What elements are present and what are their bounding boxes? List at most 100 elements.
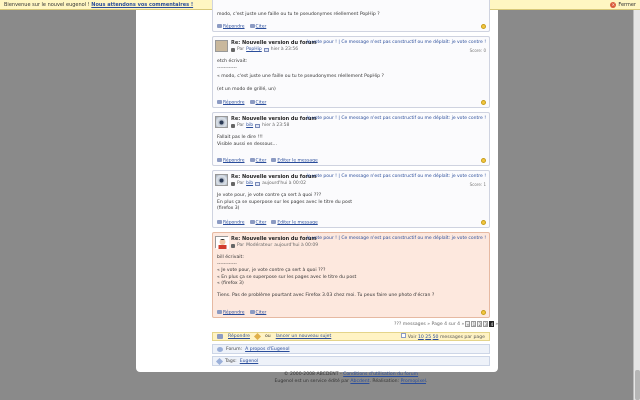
scrollbar[interactable] bbox=[633, 10, 640, 400]
edit-link[interactable]: Editer le message bbox=[277, 220, 317, 225]
post-title: Re: Nouvelle version du forum bbox=[231, 40, 317, 46]
avatar[interactable] bbox=[215, 116, 228, 128]
tag-link[interactable]: Eugenol bbox=[240, 359, 259, 364]
quote-action: Citer bbox=[249, 99, 267, 105]
post-actions: Répondre Citer Editer le message bbox=[217, 219, 318, 225]
post-title: Re: Nouvelle version du forum bbox=[231, 116, 317, 122]
post-meta: Par PopHip hier à 23:56 bbox=[231, 47, 298, 52]
reply-link[interactable]: Répondre bbox=[223, 220, 245, 225]
reply-link[interactable]: Répondre bbox=[223, 100, 245, 105]
author-link[interactable]: bib bbox=[246, 123, 253, 128]
new-topic-icon bbox=[253, 332, 262, 341]
reply-icon bbox=[217, 23, 222, 28]
post: Re: Nouvelle version du forum Je vote po… bbox=[212, 170, 490, 228]
per-page-selector: Voir 10 25 50 messages par page bbox=[401, 333, 485, 340]
pagination: ??? messages » Page 4 sur 4 » « 1 2 3 4 … bbox=[394, 321, 498, 327]
reply-action: Répondre bbox=[217, 99, 245, 105]
page-2[interactable]: 2 bbox=[477, 321, 483, 327]
reply-icon bbox=[217, 334, 223, 339]
post-actions: Répondre Citer bbox=[217, 309, 267, 315]
pagination-summary: ??? messages » Page 4 sur 4 » bbox=[394, 321, 465, 327]
agency-link[interactable]: Promopixel bbox=[401, 379, 426, 384]
vote-links[interactable]: Je vote pour ! | Ce message n'est pas co… bbox=[307, 174, 487, 179]
user-icon bbox=[231, 47, 235, 52]
author-link[interactable]: bib bbox=[246, 181, 253, 186]
post-meta: Par Modérateur aujourd'hui à 00:09 bbox=[231, 243, 318, 248]
per-page-10[interactable]: 10 bbox=[418, 335, 424, 340]
reply-icon bbox=[217, 309, 222, 314]
notification-welcome: Bienvenue sur le nouvel eugenol ! bbox=[4, 1, 90, 8]
quote-link[interactable]: Citer bbox=[256, 24, 267, 29]
post-title: Re: Nouvelle version du forum bbox=[231, 174, 317, 180]
user-icon bbox=[231, 123, 235, 128]
post-actions: Répondre Citer bbox=[217, 99, 267, 105]
page-4-current[interactable]: 4 bbox=[489, 321, 495, 327]
quote-link[interactable]: Citer bbox=[256, 310, 267, 315]
page-prev[interactable]: « bbox=[465, 321, 471, 327]
quote-link[interactable]: Citer bbox=[256, 220, 267, 225]
edit-link[interactable]: Editer le message bbox=[277, 158, 317, 163]
edit-icon bbox=[271, 157, 277, 162]
avatar[interactable] bbox=[215, 236, 229, 249]
mail-icon[interactable] bbox=[263, 47, 269, 52]
page-1[interactable]: 1 bbox=[471, 321, 477, 327]
post-body: Je vote pour, je vote contre ça sert à q… bbox=[217, 193, 353, 211]
close-icon: × bbox=[610, 1, 617, 8]
post-body: Fallait pas le dire !!! Visible aussi en … bbox=[217, 135, 277, 147]
post-body: etch écrivait: ------------ « modo, c'est … bbox=[217, 59, 384, 92]
avatar[interactable] bbox=[215, 174, 228, 186]
post-actions: Répondre Citer Editer le message bbox=[217, 157, 318, 163]
post-text: modo, c'est juste une faille ou tu te ps… bbox=[217, 12, 380, 17]
vote-links[interactable]: Je vote pour ! | Ce message n'est pas co… bbox=[307, 40, 487, 45]
terms-link[interactable]: Conditions d'utilisation du forum bbox=[343, 372, 418, 377]
tag-icon bbox=[215, 357, 224, 365]
reply-link[interactable]: Répondre bbox=[223, 310, 245, 315]
publisher-link[interactable]: Abcdent bbox=[350, 379, 369, 384]
reply-link[interactable]: Répondre bbox=[223, 24, 245, 29]
post-partial: modo, c'est juste une faille ou tu te ps… bbox=[212, 0, 490, 32]
quote-icon bbox=[249, 99, 255, 104]
quote-link[interactable]: Citer bbox=[256, 158, 267, 163]
footer: © 2000-2008 ABCDENT - Conditions d'utili… bbox=[274, 372, 428, 384]
post: Re: Nouvelle version du forum Je vote po… bbox=[212, 112, 490, 166]
per-page-50[interactable]: 50 bbox=[433, 335, 439, 340]
author-link[interactable]: PopHip bbox=[246, 47, 262, 52]
reply-action[interactable]: Répondre bbox=[217, 23, 245, 29]
close-notification-button[interactable]: × Fermer bbox=[610, 1, 636, 8]
or-label: ou bbox=[264, 334, 271, 339]
page-next[interactable]: » bbox=[495, 322, 498, 327]
quote-link[interactable]: Citer bbox=[256, 100, 267, 105]
tags-info: Tags: Eugenol bbox=[212, 356, 490, 366]
moderator-avatar-icon bbox=[216, 237, 229, 249]
reply-icon bbox=[217, 157, 222, 162]
reply-link[interactable]: Répondre bbox=[223, 158, 245, 163]
reply-link[interactable]: Répondre bbox=[228, 334, 250, 339]
scrollbar-thumb[interactable] bbox=[635, 370, 640, 400]
post-body: bill écrivait: ------------ « Je vote pour… bbox=[217, 255, 435, 298]
page-3[interactable]: 3 bbox=[483, 321, 489, 327]
forum-link[interactable]: A propos d'Eugenol bbox=[245, 347, 289, 352]
edit-icon bbox=[271, 219, 277, 224]
quote-icon bbox=[249, 23, 255, 28]
smiley-icon[interactable] bbox=[481, 24, 486, 29]
vote-links[interactable]: Je vote pour ! | Ce message n'est pas co… bbox=[307, 116, 487, 121]
quote-icon bbox=[249, 219, 255, 224]
reply-icon bbox=[217, 99, 222, 104]
quote-icon bbox=[249, 157, 255, 162]
mail-icon[interactable] bbox=[255, 181, 261, 186]
pages-icon bbox=[401, 333, 407, 338]
vote-links[interactable]: Je vote pour ! | Ce message n'est pas co… bbox=[307, 236, 487, 241]
mail-icon[interactable] bbox=[255, 123, 261, 128]
smiley-icon[interactable] bbox=[481, 158, 486, 163]
new-topic-link[interactable]: lancer un nouveau sujet bbox=[276, 334, 332, 339]
post-score: Score: 0 bbox=[469, 48, 486, 53]
smiley-icon[interactable] bbox=[481, 220, 486, 225]
avatar[interactable] bbox=[215, 40, 228, 52]
reply-icon bbox=[217, 219, 222, 224]
per-page-25[interactable]: 25 bbox=[425, 335, 431, 340]
quote-action[interactable]: Citer bbox=[249, 23, 267, 29]
feedback-link[interactable]: Nous attendons vos commentaires ! bbox=[91, 2, 193, 8]
smiley-icon[interactable] bbox=[481, 310, 486, 315]
post-meta: Par bib aujourd'hui à 00:02 bbox=[231, 181, 306, 186]
smiley-icon[interactable] bbox=[481, 100, 486, 105]
